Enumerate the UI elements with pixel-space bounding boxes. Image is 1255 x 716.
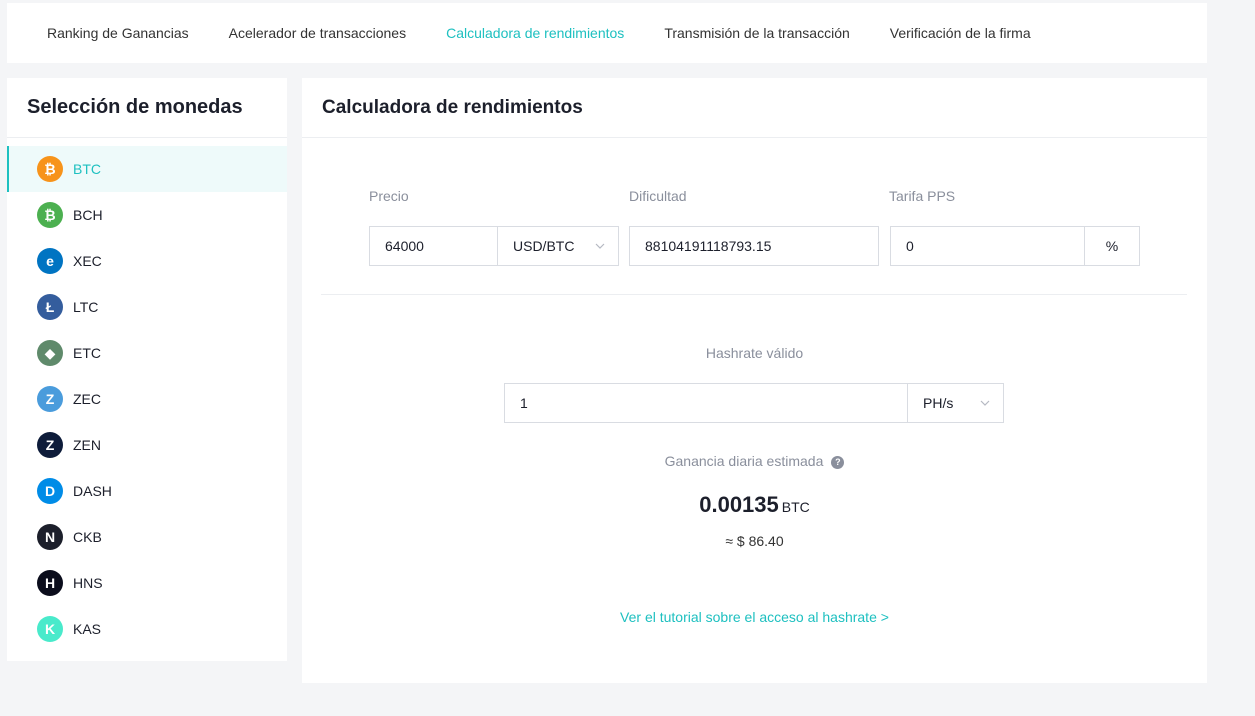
sidebar-item-label: CKB [73,529,102,545]
tab-ranking-ganancias[interactable]: Ranking de Ganancias [47,25,189,41]
sidebar-item-ltc[interactable]: Ł LTC [7,284,287,330]
sidebar-item-label: BCH [73,207,103,223]
sidebar-item-dash[interactable]: D DASH [7,468,287,514]
sidebar-item-zec[interactable]: Z ZEC [7,376,287,422]
btc-icon: ₿ [37,156,63,182]
etc-icon: ◆ [37,340,63,366]
pps-input[interactable]: 0 [890,226,1085,266]
pps-label: Tarifa PPS [889,188,956,204]
sidebar-item-zen[interactable]: Z ZEN [7,422,287,468]
sidebar-item-bch[interactable]: ₿ BCH [7,192,287,238]
earnings-label: Ganancia diaria estimada [664,453,824,469]
pps-unit: % [1085,226,1140,266]
calculator-panel: Calculadora de rendimientos Precio Dific… [302,78,1207,683]
sidebar-item-xec[interactable]: e XEC [7,238,287,284]
tab-acelerador-transacciones[interactable]: Acelerador de transacciones [229,25,406,41]
sidebar-item-hns[interactable]: H HNS [7,560,287,606]
top-nav: Ranking de Ganancias Acelerador de trans… [7,3,1207,63]
zen-icon: Z [37,432,63,458]
coin-list: ₿ BTC ₿ BCH e XEC Ł LTC ◆ ETC Z ZEC Z ZEN D DASH N CKB H HN… [7,138,287,652]
sidebar-item-kas[interactable]: K KAS [7,606,287,652]
coin-sidebar: Selección de monedas ₿ BTC ₿ BCH e XEC Ł LTC ◆ ET… [7,78,287,661]
earnings-unit: BTC [781,499,810,515]
ltc-icon: Ł [37,294,63,320]
ckb-icon: N [37,524,63,550]
sidebar-item-label: ZEC [73,391,101,407]
sidebar-item-label: HNS [73,575,103,591]
earnings-usd: ≈ $ 86.40 [725,533,784,549]
earnings-amount: 0.00135 [699,492,779,517]
sidebar-item-label: LTC [73,299,99,315]
sidebar-item-ckb[interactable]: N CKB [7,514,287,560]
price-unit-select[interactable]: USD/BTC [498,226,619,266]
hns-icon: H [37,570,63,596]
sidebar-item-label: BTC [73,161,101,177]
sidebar-item-btc[interactable]: ₿ BTC [7,146,287,192]
kas-icon: K [37,616,63,642]
chevron-down-icon [980,400,990,406]
tutorial-link[interactable]: Ver el tutorial sobre el acceso al hashr… [302,609,1207,625]
tab-transmision-transaccion[interactable]: Transmisión de la transacción [664,25,849,41]
difficulty-input[interactable]: 88104191118793.15 [629,226,879,266]
zec-icon: Z [37,386,63,412]
earnings-result: 0.00135 BTC [302,492,1207,518]
tab-verificacion-firma[interactable]: Verificación de la firma [890,25,1031,41]
hashrate-unit-label: PH/s [923,395,954,411]
sidebar-item-etc[interactable]: ◆ ETC [7,330,287,376]
hashrate-input[interactable]: 1 [504,383,908,423]
hashrate-unit-select[interactable]: PH/s [908,383,1004,423]
earnings-label-row: Ganancia diaria estimada? [302,453,1207,469]
price-unit-label: USD/BTC [513,238,575,254]
sidebar-item-label: ZEN [73,437,101,453]
divider [321,294,1187,295]
sidebar-item-label: ETC [73,345,101,361]
help-icon[interactable]: ? [831,455,845,469]
xec-icon: e [37,248,63,274]
sidebar-item-label: DASH [73,483,112,499]
sidebar-item-label: XEC [73,253,102,269]
page-title: Calculadora de rendimientos [302,78,1207,138]
price-label: Precio [369,188,409,204]
tab-calculadora-rendimientos[interactable]: Calculadora de rendimientos [446,25,624,41]
sidebar-title: Selección de monedas [7,78,287,138]
price-input[interactable]: 64000 [369,226,498,266]
hashrate-label: Hashrate válido [705,345,804,361]
dash-icon: D [37,478,63,504]
difficulty-label: Dificultad [629,188,687,204]
sidebar-item-label: KAS [73,621,102,637]
chevron-down-icon [595,243,605,249]
bch-icon: ₿ [37,202,63,228]
